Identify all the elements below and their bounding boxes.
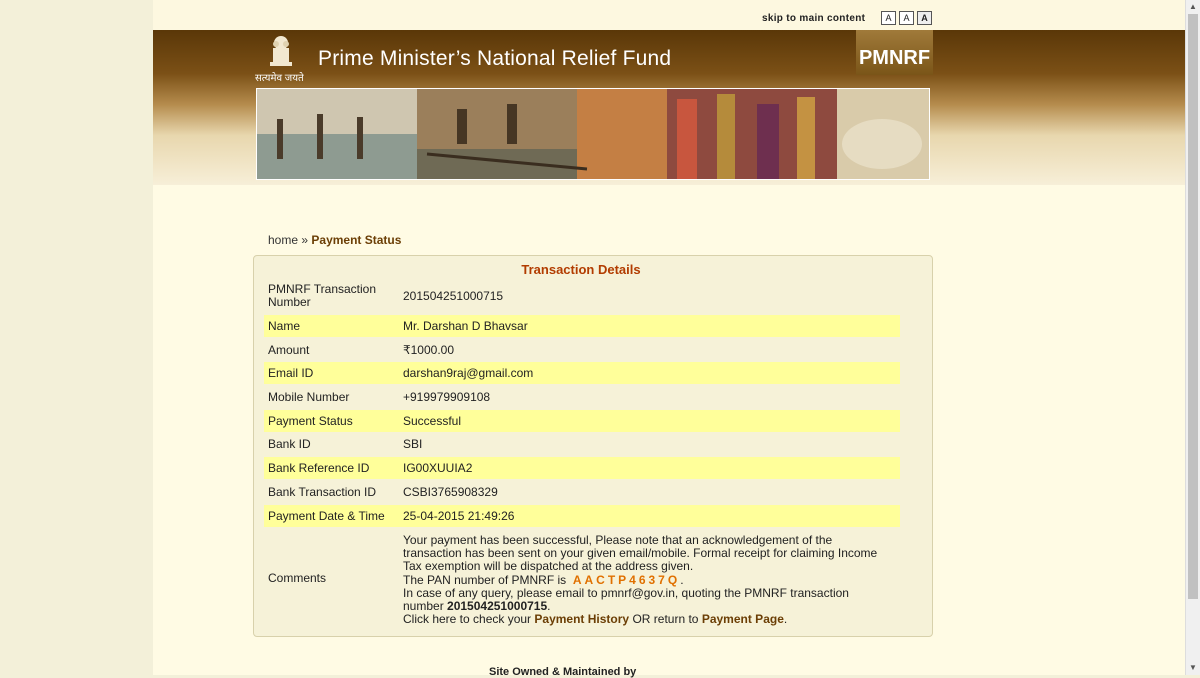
scroll-down-icon[interactable]: ▼ [1189, 663, 1197, 672]
row-label: Payment Date & Time [268, 509, 385, 523]
transaction-details-panel: Transaction Details PMNRF Transaction Nu… [253, 255, 933, 637]
row-value: SBI [403, 437, 423, 451]
scrollbar-thumb[interactable] [1188, 14, 1198, 599]
font-size-small-button[interactable]: A [881, 11, 896, 25]
breadcrumb-separator: » [301, 233, 309, 247]
row-label: Name [268, 319, 301, 333]
table-row-amount: Amount ₹1000.00 [264, 339, 900, 361]
txn-number-value: 201504251000715 [403, 289, 504, 303]
breadcrumb-home-link[interactable]: home [268, 233, 298, 247]
table-row-name: Name Mr. Darshan D Bhavsar [264, 315, 900, 337]
pan-prefix: The PAN number of PMNRF is [403, 572, 567, 587]
row-value: 25-04-2015 21:49:26 [403, 509, 515, 523]
emblem-motto: सत्यमेव जयते [255, 73, 304, 84]
font-size-medium-button[interactable]: A [899, 11, 914, 25]
site-title: Prime Minister’s National Relief Fund [318, 47, 672, 70]
banner-image [256, 88, 930, 180]
comments-text: Your payment has been successful, Please… [403, 533, 883, 627]
row-value: +919979909108 [403, 390, 491, 404]
payment-page-link[interactable]: Payment Page [702, 612, 784, 626]
txn-number-label: PMNRF Transaction Number [268, 282, 377, 309]
or-text: OR return to [632, 612, 699, 627]
pan-number: AACTP4637Q [572, 572, 681, 587]
national-emblem-icon [270, 36, 292, 66]
comments-line1: Your payment has been successful, Please… [403, 533, 878, 574]
site-header: सत्यमेव जयते Prime Minister’s National R… [153, 30, 1185, 185]
row-label: Amount [268, 343, 310, 357]
row-value: IG00XUUIA2 [403, 461, 473, 475]
vertical-scrollbar[interactable]: ▲ ▼ [1185, 0, 1200, 675]
click-prefix: Click here to check your [403, 612, 532, 627]
footer-text: Site Owned & Maintained by [489, 666, 637, 678]
table-row-bank-reference: Bank Reference ID IG00XUUIA2 [264, 457, 900, 479]
scroll-up-icon[interactable]: ▲ [1189, 2, 1197, 11]
breadcrumb: home » Payment Status [268, 233, 401, 247]
row-value: ₹1000.00 [403, 343, 455, 357]
row-label: Email ID [268, 366, 314, 380]
txn-suffix: . [547, 599, 551, 614]
table-row-payment-status: Payment Status Successful [264, 410, 900, 432]
payment-history-link[interactable]: Payment History [534, 612, 629, 626]
table-row-bank-id: Bank ID SBI [264, 433, 900, 455]
row-label: Bank Transaction ID [268, 485, 377, 499]
table-row-mobile: Mobile Number +919979909108 [264, 386, 900, 408]
panel-title: Transaction Details [521, 262, 641, 277]
page: skip to main content A A A सत्यमेव जयते … [153, 0, 1185, 678]
font-size-large-button[interactable]: A [917, 11, 932, 25]
table-row-bank-transaction: Bank Transaction ID CSBI3765908329 [264, 481, 900, 503]
table-row-email: Email ID darshan9raj@gmail.com [264, 362, 900, 384]
row-label: Payment Status [268, 414, 353, 428]
row-value: darshan9raj@gmail.com [403, 366, 534, 380]
row-label: Bank Reference ID [268, 461, 370, 475]
breadcrumb-current: Payment Status [311, 233, 402, 247]
pmnrf-logo[interactable]: PMNRF [856, 30, 933, 75]
end-period: . [783, 612, 788, 627]
comments-label: Comments [268, 571, 327, 585]
row-value: Successful [403, 414, 462, 428]
row-label: Bank ID [268, 437, 311, 451]
row-label: Mobile Number [268, 390, 350, 404]
table-row-payment-date: Payment Date & Time 25-04-2015 21:49:26 [264, 505, 900, 527]
top-bar: skip to main content A A A [153, 0, 1185, 30]
row-value: CSBI3765908329 [403, 485, 498, 499]
pan-suffix: . [680, 572, 684, 587]
skip-to-main-link[interactable]: skip to main content [762, 13, 865, 24]
txn-number-bold: 201504251000715 [447, 599, 548, 614]
row-value: Mr. Darshan D Bhavsar [403, 319, 528, 333]
